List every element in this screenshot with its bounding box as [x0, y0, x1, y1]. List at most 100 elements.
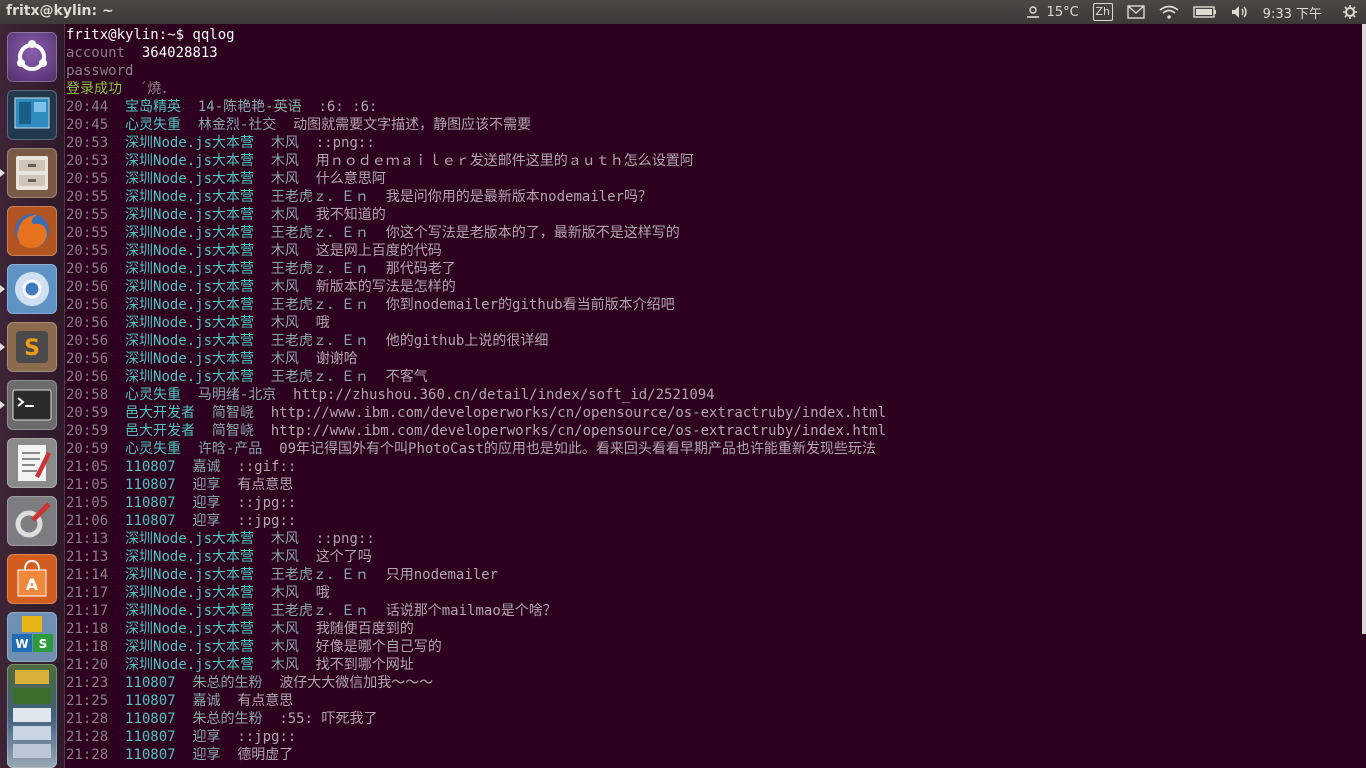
wifi-icon — [1159, 5, 1179, 19]
message-text: ::jpg:: — [237, 513, 297, 529]
message-sender: 木风 — [270, 279, 299, 295]
session-indicator[interactable] — [1342, 4, 1358, 20]
message-time: 20:55 — [66, 189, 109, 205]
message-group: 深圳Node.js大本营 — [125, 279, 255, 295]
message-group: 110807 — [125, 729, 176, 745]
sound-indicator[interactable] — [1231, 5, 1249, 19]
message-line: 21:05 110807 嘉诚 ::gif:: — [66, 458, 296, 476]
message-line: 21:20 深圳Node.js大本营 木风 找不到哪个网址 — [66, 656, 414, 674]
launcher-wps-office[interactable]: WS — [7, 612, 57, 662]
message-sender: 木风 — [270, 207, 299, 223]
weather-icon — [1026, 6, 1039, 18]
message-group: 深圳Node.js大本营 — [125, 603, 255, 619]
launcher-stacked-apps[interactable] — [7, 664, 57, 768]
running-indicator — [0, 285, 5, 293]
message-time: 20:55 — [66, 171, 109, 187]
message-line: 21:13 深圳Node.js大本营 木风 这个了吗 — [66, 548, 372, 566]
message-text: 德明虚了 — [237, 747, 294, 763]
message-time: 21:17 — [66, 603, 109, 619]
message-line: 21:05 110807 迎享 ::jpg:: — [66, 494, 296, 512]
messaging-indicator[interactable] — [1126, 5, 1145, 19]
message-line: 21:14 深圳Node.js大本营 王老虎ｚ．Ｅｎ 只用nodemailer — [66, 566, 498, 584]
message-line: 20:55 深圳Node.js大本营 木风 我不知道的 — [66, 206, 386, 224]
message-sender: 简智峣 — [211, 423, 254, 439]
message-sender: 木风 — [270, 153, 299, 169]
terminal-output[interactable]: fritx@kylin:~$ qqlog account 364028813 pas… — [66, 24, 1362, 768]
message-line: 20:56 深圳Node.js大本营 王老虎ｚ．Ｅｎ 那代码老了 — [66, 260, 456, 278]
shopping-bag-icon: A — [17, 559, 47, 597]
message-group: 深圳Node.js大本营 — [125, 171, 255, 187]
message-line: 20:59 邑大开发者 简智峣 http://www.ibm.com/devel… — [66, 422, 886, 440]
battery-indicator[interactable] — [1192, 6, 1217, 18]
weather-indicator[interactable]: 15°C — [1025, 4, 1079, 20]
message-group: 110807 — [125, 711, 176, 727]
message-sender: 木风 — [270, 135, 299, 151]
message-line: 20:55 深圳Node.js大本营 王老虎ｚ．Ｅｎ 我是问你用的是最新版本no… — [66, 188, 652, 206]
scrollbar[interactable] — [1362, 24, 1366, 634]
message-group: 深圳Node.js大本营 — [125, 549, 255, 565]
launcher-files[interactable] — [7, 148, 57, 198]
message-line: 20:59 邑大开发者 简智峣 http://www.ibm.com/devel… — [66, 404, 886, 422]
message-text: 这个了吗 — [315, 549, 372, 565]
launcher-firefox[interactable] — [7, 206, 57, 256]
message-sender: 王老虎ｚ．Ｅｎ — [270, 225, 369, 241]
launcher-system-settings[interactable] — [7, 496, 57, 546]
account-value: 364028813 — [141, 45, 218, 61]
message-time: 21:18 — [66, 639, 109, 655]
message-line: 21:05 110807 迎享 有点意思 — [66, 476, 293, 494]
message-time: 21:25 — [66, 693, 109, 709]
message-group: 110807 — [125, 747, 176, 763]
message-time: 20:59 — [66, 441, 109, 457]
message-time: 21:06 — [66, 513, 109, 529]
message-time: 21:05 — [66, 477, 109, 493]
message-sender: 王老虎ｚ．Ｅｎ — [270, 261, 369, 277]
message-group: 110807 — [125, 477, 176, 493]
message-sender: 嘉诚 — [192, 693, 221, 709]
message-group: 深圳Node.js大本营 — [125, 261, 255, 277]
launcher-text-editor[interactable] — [7, 438, 57, 488]
message-text: 哦 — [315, 315, 330, 331]
message-sender: 木风 — [270, 315, 299, 331]
clock-indicator[interactable]: 9:33 下午 — [1263, 3, 1322, 22]
message-sender: 木风 — [270, 639, 299, 655]
message-text: ::gif:: — [237, 459, 297, 475]
message-line: 20:56 深圳Node.js大本营 木风 新版本的写法是怎样的 — [66, 278, 456, 296]
message-text: 09年记得国外有个叫PhotoCast的应用也是如此。看来回头看看早期产品也许能… — [279, 441, 876, 457]
message-line: 20:55 深圳Node.js大本营 木风 什么意思阿 — [66, 170, 386, 188]
message-time: 21:28 — [66, 747, 109, 763]
launcher-dash[interactable] — [7, 32, 57, 82]
message-text: 只用nodemailer — [385, 567, 499, 583]
message-line: 20:56 深圳Node.js大本营 王老虎ｚ．Ｅｎ 他的github上说的很详… — [66, 332, 548, 350]
message-time: 20:53 — [66, 135, 109, 151]
message-time: 21:18 — [66, 621, 109, 637]
message-time: 20:59 — [66, 405, 109, 421]
launcher-sublime-text[interactable]: S — [7, 322, 57, 372]
message-sender: 简智峣 — [211, 405, 254, 421]
message-line: 20:53 深圳Node.js大本营 木风 ::png:: — [66, 134, 375, 152]
login-status-line: 登录成功 ´燒． — [66, 80, 175, 98]
message-line: 20:56 深圳Node.js大本营 木风 谢谢哈 — [66, 350, 358, 368]
launcher-software-center[interactable]: A — [7, 554, 57, 604]
message-time: 20:55 — [66, 225, 109, 241]
message-line: 21:25 110807 嘉诚 有点意思 — [66, 692, 293, 710]
launcher-chromium[interactable] — [7, 264, 57, 314]
message-sender: 木风 — [270, 621, 299, 637]
message-time: 20:56 — [66, 351, 109, 367]
message-time: 20:56 — [66, 279, 109, 295]
network-indicator[interactable] — [1159, 5, 1179, 19]
message-text: 动图就需要文字描述，静图应该不需要 — [293, 117, 532, 133]
launcher-terminal[interactable] — [7, 380, 57, 430]
message-line: 20:59 心灵失重 许晗-产品 09年记得国外有个叫PhotoCast的应用也… — [66, 440, 876, 458]
launcher-workspaces[interactable] — [7, 90, 57, 140]
message-line: 20:53 深圳Node.js大本营 木风 用ｎｏｄｅｍａｉｌｅｒ发送邮件这里的… — [66, 152, 694, 170]
message-line: 21:17 深圳Node.js大本营 王老虎ｚ．Ｅｎ 话说那个mailmao是个… — [66, 602, 557, 620]
message-time: 21:13 — [66, 549, 109, 565]
message-text: 我随便百度到的 — [315, 621, 414, 637]
message-group: 深圳Node.js大本营 — [125, 567, 255, 583]
message-group: 深圳Node.js大本营 — [125, 225, 255, 241]
message-time: 21:05 — [66, 495, 109, 511]
temperature-label: 15°C — [1046, 4, 1079, 20]
message-group: 深圳Node.js大本营 — [125, 621, 255, 637]
login-suffix: ´燒． — [138, 81, 176, 97]
keyboard-indicator[interactable]: Zh — [1092, 3, 1113, 21]
